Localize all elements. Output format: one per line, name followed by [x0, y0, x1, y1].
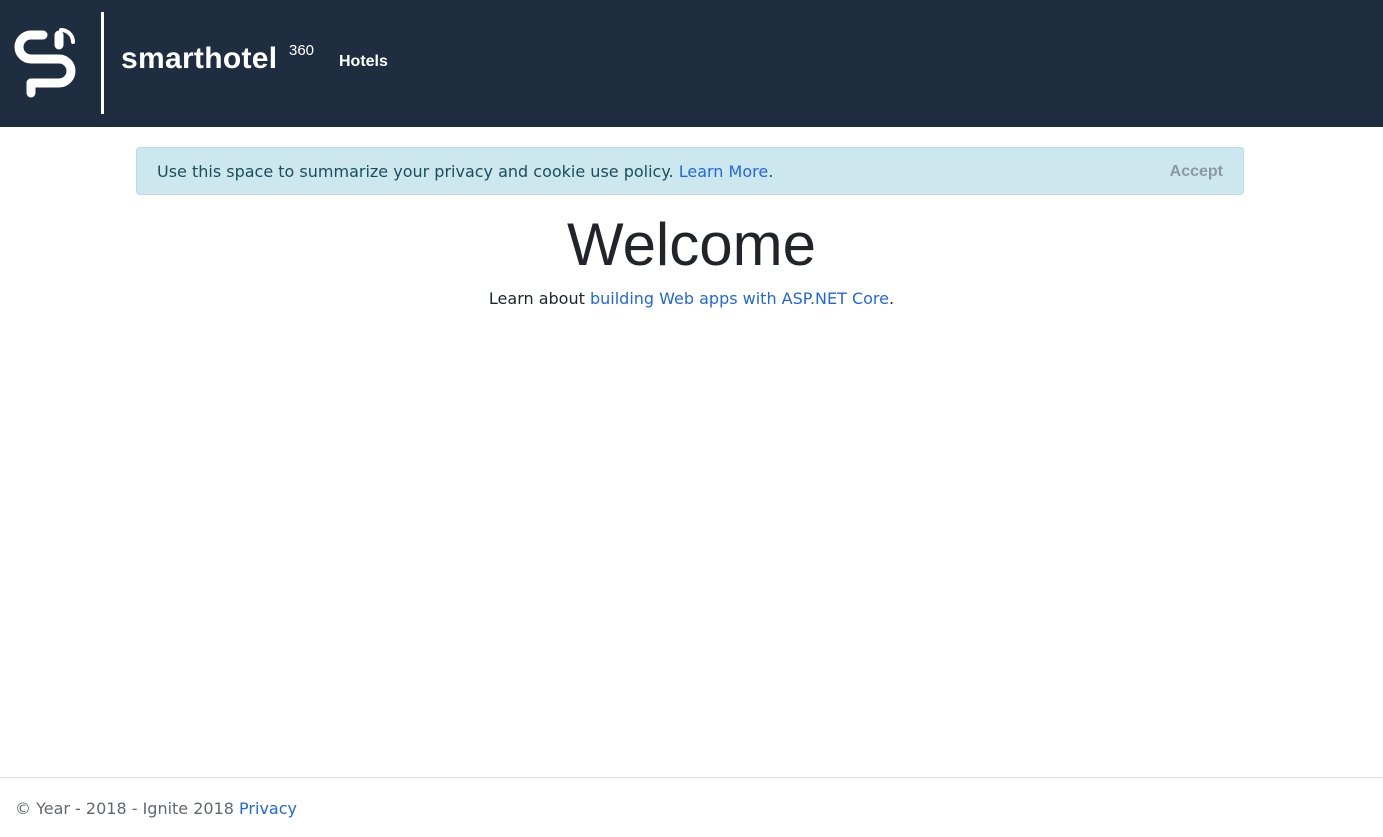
cookie-policy-message: Use this space to summarize your privacy… [157, 162, 773, 182]
cookie-consent-banner: Use this space to summarize your privacy… [136, 147, 1244, 195]
footer-text-container: © Year - 2018 - Ignite 2018 Privacy [15, 799, 297, 819]
learn-more-link[interactable]: Learn More [679, 162, 768, 181]
top-navbar: smarthotel 360 Hotels [0, 0, 1383, 127]
page-footer: © Year - 2018 - Ignite 2018 Privacy [0, 777, 1383, 837]
cookie-policy-text: Use this space to summarize your privacy… [157, 162, 674, 181]
header-divider [101, 12, 104, 114]
intro-suffix: . [889, 289, 895, 308]
page-title: Welcome [567, 211, 816, 278]
welcome-description: Learn about building Web apps with ASP.N… [0, 289, 1383, 309]
brand-superscript: 360 [289, 42, 315, 59]
intro-prefix: Learn about [488, 289, 585, 308]
copyright-text: © Year - 2018 - Ignite 2018 [15, 799, 234, 818]
privacy-link[interactable]: Privacy [239, 799, 297, 818]
asp-net-core-docs-link[interactable]: building Web apps with ASP.NET Core [590, 289, 889, 308]
accept-cookie-button[interactable]: Accept [1170, 162, 1223, 182]
nav-hotels-link[interactable]: Hotels [339, 52, 388, 72]
cookie-policy-period: . [768, 162, 774, 181]
smarthotel-logo-icon[interactable] [13, 27, 77, 99]
brand-name: smarthotel [121, 42, 278, 75]
